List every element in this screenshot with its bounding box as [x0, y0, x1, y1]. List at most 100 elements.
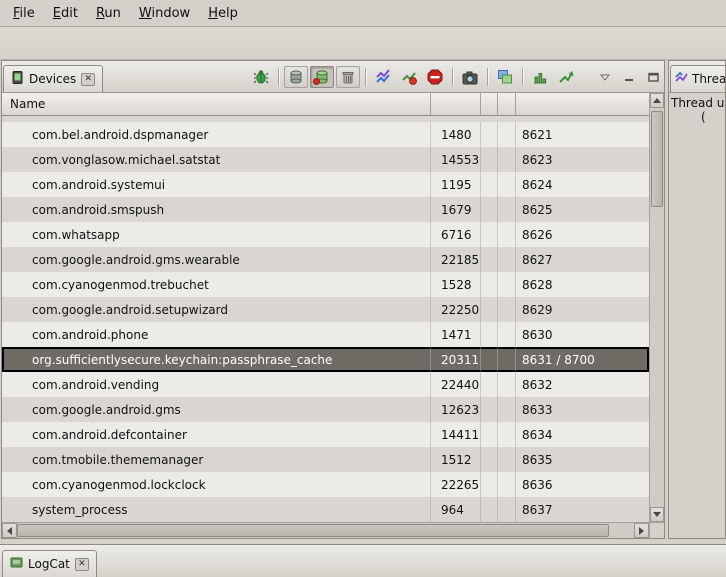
table-row[interactable]: com.google.android.setupwizard222508629	[2, 297, 649, 322]
screen-capture-icon[interactable]	[458, 66, 482, 88]
process-name: com.tmobile.thememanager	[2, 447, 431, 472]
table-row[interactable]: com.vonglasow.michael.satstat145538623	[2, 147, 649, 172]
stop-process-icon[interactable]	[423, 66, 447, 88]
horizontal-scroll-track[interactable]	[17, 523, 634, 538]
process-port: 8633	[516, 397, 649, 422]
vertical-scroll-track[interactable]	[650, 108, 664, 507]
process-port: 8626	[516, 222, 649, 247]
process-pid: 22185	[431, 247, 481, 272]
process-port: 8621	[516, 122, 649, 147]
devices-panel: Devices ✕	[1, 60, 665, 539]
table-row[interactable]: com.cyanogenmod.trebuchet15288628	[2, 272, 649, 297]
scroll-right-button[interactable]	[634, 523, 649, 538]
table-row[interactable]: com.cyanogenmod.lockclock222658636	[2, 472, 649, 497]
process-name: com.android.smspush	[2, 197, 431, 222]
table-row[interactable]: com.android.phone14718630	[2, 322, 649, 347]
process-name: com.bel.android.dspmanager	[2, 122, 431, 147]
red-badge	[313, 78, 320, 85]
tab-threads[interactable]: Threads	[670, 65, 726, 92]
minimize-icon[interactable]	[621, 69, 637, 85]
scroll-left-button[interactable]	[2, 523, 17, 538]
process-port: 8628	[516, 272, 649, 297]
device-icon	[11, 71, 24, 87]
logcat-strip: LogCat ✕	[0, 544, 726, 577]
view-menu-icon[interactable]	[597, 69, 613, 85]
column-header-blank[interactable]	[498, 93, 516, 116]
cell-blank	[481, 497, 498, 522]
process-port: 8636	[516, 472, 649, 497]
vertical-scroll-thumb[interactable]	[651, 111, 663, 207]
table-body: com.bel.android.dspmanager14808621 com.v…	[2, 122, 649, 522]
menu-help[interactable]: Help	[199, 3, 247, 24]
scroll-up-button[interactable]	[650, 93, 664, 108]
process-port: 8630	[516, 322, 649, 347]
horizontal-scroll-thumb[interactable]	[17, 524, 609, 537]
maximize-icon[interactable]	[645, 69, 661, 85]
devices-tabstrip: Devices ✕	[2, 61, 664, 93]
update-threads-icon[interactable]	[371, 66, 395, 88]
table-row[interactable]: com.android.systemui11958624	[2, 172, 649, 197]
toolbar-separator	[452, 68, 453, 86]
menu-file[interactable]: File	[4, 3, 44, 24]
cell-blank	[481, 197, 498, 222]
process-name: com.google.android.gms	[2, 397, 431, 422]
cell-blank	[481, 322, 498, 347]
process-pid: 6716	[431, 222, 481, 247]
table-row[interactable]: com.google.android.gms.wearable221858627	[2, 247, 649, 272]
tab-logcat[interactable]: LogCat ✕	[2, 550, 97, 577]
column-header-blank[interactable]	[481, 93, 498, 116]
sysinfo-icon[interactable]	[528, 66, 552, 88]
tab-devices[interactable]: Devices ✕	[3, 65, 103, 92]
cause-gc-icon[interactable]	[336, 66, 360, 88]
table-row[interactable]: com.bel.android.dspmanager14808621	[2, 122, 649, 147]
table-row[interactable]: com.whatsapp67168626	[2, 222, 649, 247]
devices-toolbar	[248, 66, 661, 88]
menu-label: dit	[61, 6, 78, 21]
threads-icon	[675, 71, 688, 87]
toolbar-separator	[487, 68, 488, 86]
vertical-scrollbar[interactable]	[649, 93, 664, 522]
eclipse-window: File Edit Run Window Help Devices ✕	[0, 0, 726, 577]
cell-blank	[498, 222, 516, 247]
toolbar-separator	[278, 68, 279, 86]
menu-edit[interactable]: Edit	[44, 3, 87, 24]
table-row[interactable]: system_process964 8637	[2, 497, 649, 522]
process-name: system_process	[2, 497, 431, 522]
column-header-port[interactable]	[516, 93, 649, 116]
toolbar-separator	[522, 68, 523, 86]
menu-run[interactable]: Run	[87, 3, 130, 24]
column-header-pid[interactable]	[431, 93, 481, 116]
table-row[interactable]: com.android.defcontainer144118634	[2, 422, 649, 447]
table-row[interactable]: com.google.android.gms126238633	[2, 397, 649, 422]
process-pid: 14411	[431, 422, 481, 447]
table-row-selected[interactable]: org.sufficientlysecure.keychain:passphra…	[2, 347, 649, 372]
process-port: 8637	[516, 497, 649, 522]
table-row[interactable]: com.android.smspush16798625	[2, 197, 649, 222]
cell-blank	[481, 347, 498, 372]
close-icon[interactable]: ✕	[81, 73, 95, 86]
menu-label: indow	[151, 6, 190, 21]
cell-blank	[498, 147, 516, 172]
dump-hprof-icon[interactable]	[310, 66, 334, 88]
scroll-down-button[interactable]	[650, 507, 664, 522]
cell-blank	[498, 247, 516, 272]
close-icon[interactable]: ✕	[75, 558, 89, 571]
menu-window[interactable]: Window	[130, 3, 199, 24]
process-port: 8627	[516, 247, 649, 272]
menu-mnemonic: W	[139, 6, 152, 21]
table-row[interactable]: com.android.vending224408632	[2, 372, 649, 397]
process-pid: 14553	[431, 147, 481, 172]
trend-chart-icon[interactable]	[554, 66, 578, 88]
toolbar-area	[0, 27, 726, 60]
update-heap-icon[interactable]	[284, 66, 308, 88]
table-header: Name	[2, 93, 649, 116]
process-pid: 964	[431, 497, 481, 522]
debug-process-icon[interactable]	[249, 66, 273, 88]
table-row[interactable]: com.tmobile.thememanager15128635	[2, 447, 649, 472]
screen-record-icon[interactable]	[493, 66, 517, 88]
column-header-name[interactable]: Name	[2, 93, 431, 116]
menu-label: un	[104, 6, 120, 21]
horizontal-scrollbar[interactable]	[2, 522, 664, 538]
cell-blank	[481, 372, 498, 397]
start-method-profiling-icon[interactable]	[397, 66, 421, 88]
